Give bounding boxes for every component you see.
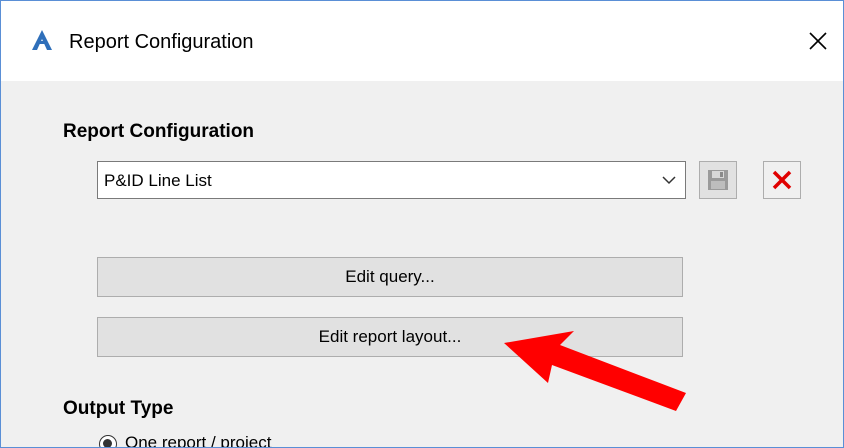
output-type-label: Output Type [63, 398, 174, 419]
red-arrow-annotation-icon [504, 331, 686, 411]
report-configuration-label: Report Configuration [63, 121, 255, 142]
window-title: Report Configuration [69, 31, 254, 53]
save-configuration-button[interactable] [699, 161, 737, 199]
red-x-delete-icon [772, 170, 792, 190]
autocad-plant-logo-icon [32, 30, 52, 50]
delete-configuration-button[interactable] [763, 161, 801, 199]
dropdown-selected-value: P&ID Line List [104, 171, 212, 190]
edit-query-button[interactable]: Edit query... [97, 257, 683, 297]
radio-selected-icon [99, 435, 117, 447]
title-bar: Report Configuration [1, 1, 843, 81]
radio-option-label: One report / project [125, 433, 272, 448]
close-icon [809, 32, 827, 50]
close-button[interactable] [793, 15, 843, 67]
chevron-down-icon [662, 176, 676, 185]
report-configuration-dialog: Report Configuration Report Configuratio… [0, 0, 844, 448]
save-disk-icon [708, 170, 728, 190]
report-configuration-dropdown[interactable]: P&ID Line List [97, 161, 686, 199]
